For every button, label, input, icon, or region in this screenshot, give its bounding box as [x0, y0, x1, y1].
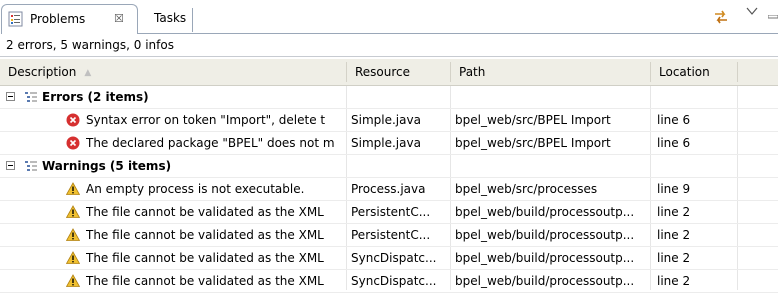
group-label: Warnings (5 items) [42, 159, 172, 173]
column-header-resource-label: Resource [355, 65, 411, 79]
path-cell: bpel_web/build/processoutp... [455, 274, 635, 288]
error-icon [66, 113, 80, 127]
column-header-description[interactable]: Description ▲ [0, 59, 346, 85]
problems-table: Errors (2 items) Syntax error on token "… [0, 86, 778, 293]
column-header-path-label: Path [459, 65, 486, 79]
group-row-errors[interactable]: Errors (2 items) [0, 86, 778, 109]
error-icon [66, 136, 80, 150]
path-cell: bpel_web/src/processes [455, 182, 598, 196]
location-cell: line 2 [657, 205, 691, 219]
location-cell: line 2 [657, 274, 691, 288]
warning-icon [65, 228, 81, 242]
sync-icon[interactable] [712, 8, 730, 26]
resource-cell: Simple.java [351, 136, 421, 150]
resource-cell: SyncDispatc... [351, 274, 437, 288]
table-row[interactable]: An empty process is not executable. Proc… [0, 178, 778, 201]
category-icon [24, 90, 38, 104]
column-header-path[interactable]: Path [451, 59, 650, 85]
table-row[interactable]: The declared package "BPEL" does not m S… [0, 132, 778, 155]
resource-cell: SyncDispatc... [351, 251, 437, 265]
tab-underline [137, 33, 778, 34]
path-cell: bpel_web/src/BPEL Import [455, 113, 611, 127]
warning-icon [65, 274, 81, 288]
path-cell: bpel_web/src/BPEL Import [455, 136, 611, 150]
column-header-location[interactable]: Location [651, 59, 737, 85]
location-cell: line 2 [657, 228, 691, 242]
warning-icon [65, 182, 81, 196]
warning-icon [65, 251, 81, 265]
minimize-icon[interactable] [767, 8, 778, 19]
tab-tasks[interactable]: Tasks [140, 4, 192, 34]
table-row[interactable]: The file cannot be validated as the XML … [0, 224, 778, 247]
column-header-description-label: Description [8, 65, 77, 79]
location-cell: line 2 [657, 251, 691, 265]
sort-ascending-icon: ▲ [84, 67, 92, 78]
description-cell: The file cannot be validated as the XML [86, 228, 324, 242]
collapse-icon[interactable] [6, 161, 15, 170]
description-cell: The file cannot be validated as the XML [86, 205, 324, 219]
description-cell: Syntax error on token "Import", delete t [86, 113, 326, 127]
column-header-location-label: Location [659, 65, 710, 79]
problems-view-icon [8, 11, 24, 27]
summary-divider [0, 56, 778, 57]
description-cell: The file cannot be validated as the XML [86, 251, 324, 265]
description-cell: An empty process is not executable. [86, 182, 305, 196]
path-cell: bpel_web/build/processoutp... [455, 205, 635, 219]
resource-cell: Simple.java [351, 113, 421, 127]
table-header: Description ▲ Resource Path Location [0, 59, 778, 86]
category-icon [24, 159, 38, 173]
column-divider[interactable] [737, 62, 738, 82]
location-cell: line 6 [657, 113, 691, 127]
warning-icon [65, 205, 81, 219]
table-row[interactable]: The file cannot be validated as the XML … [0, 247, 778, 270]
tab-problems[interactable]: Problems ☒ [1, 4, 138, 34]
table-row[interactable]: The file cannot be validated as the XML … [0, 201, 778, 224]
tab-problems-label: Problems [30, 12, 86, 26]
close-tab-icon[interactable]: ☒ [114, 12, 124, 25]
tab-separator [192, 8, 193, 32]
table-row[interactable]: Syntax error on token "Import", delete t… [0, 109, 778, 132]
group-label: Errors (2 items) [42, 90, 149, 104]
path-cell: bpel_web/build/processoutp... [455, 251, 635, 265]
description-cell: The file cannot be validated as the XML [86, 274, 324, 288]
group-row-warnings[interactable]: Warnings (5 items) [0, 155, 778, 178]
tab-tasks-label: Tasks [154, 11, 187, 25]
description-cell: The declared package "BPEL" does not m [86, 136, 335, 150]
resource-cell: Process.java [351, 182, 426, 196]
location-cell: line 9 [657, 182, 691, 196]
column-header-resource[interactable]: Resource [347, 59, 450, 85]
view-menu-icon[interactable] [746, 6, 758, 16]
resource-cell: PersistentC... [351, 205, 431, 219]
problems-summary: 2 errors, 5 warnings, 0 infos [6, 38, 174, 52]
resource-cell: PersistentC... [351, 228, 431, 242]
collapse-icon[interactable] [6, 92, 15, 101]
path-cell: bpel_web/build/processoutp... [455, 228, 635, 242]
view-tab-bar: Problems ☒ Tasks [0, 0, 778, 36]
location-cell: line 6 [657, 136, 691, 150]
